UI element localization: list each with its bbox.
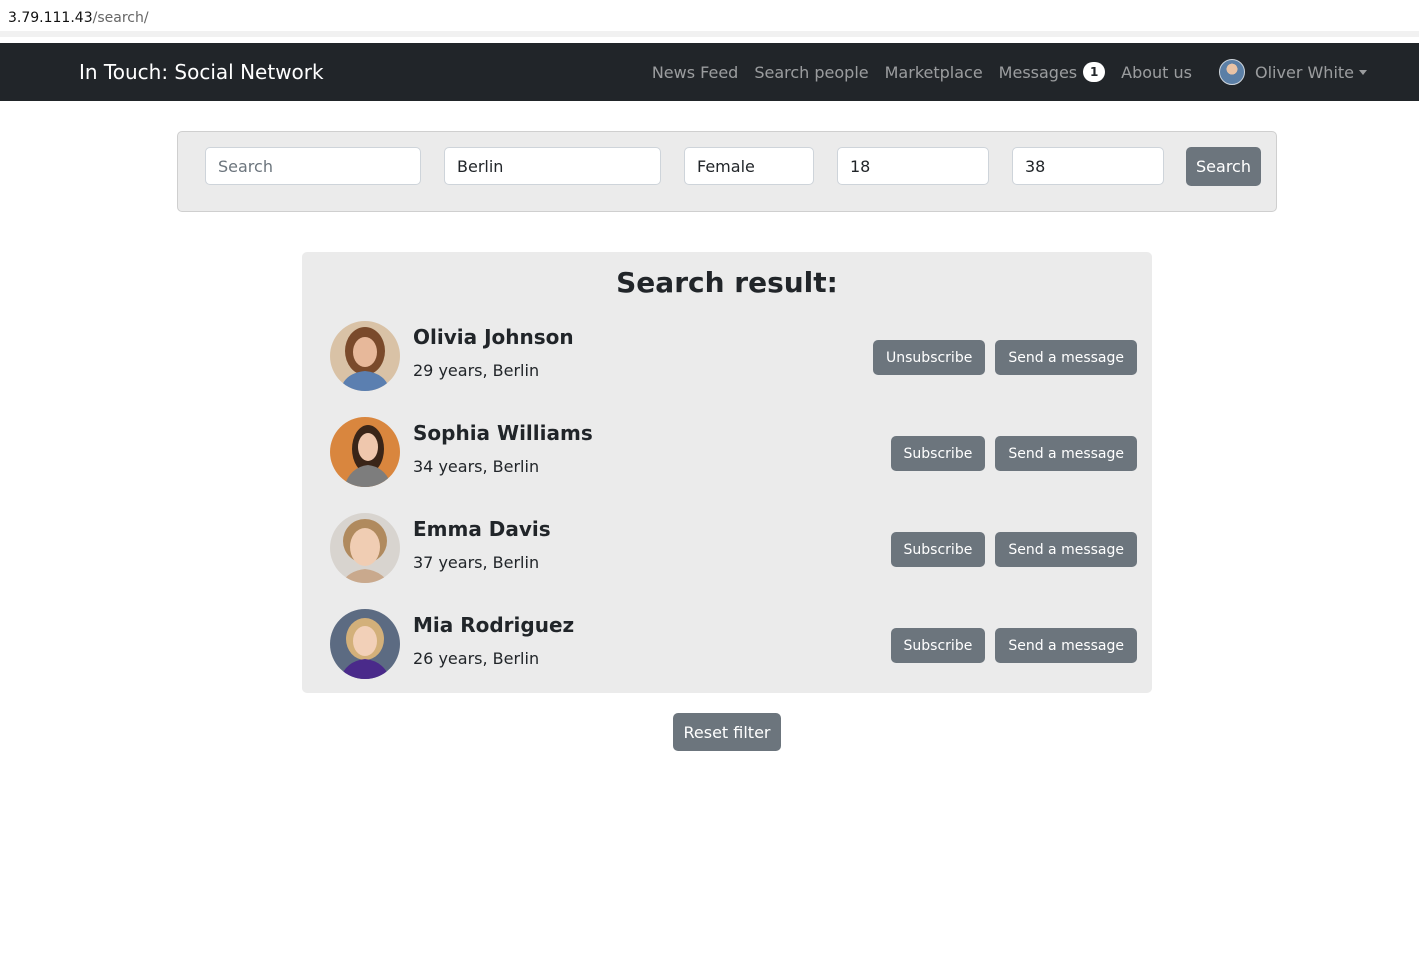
person-actions: Subscribe Send a message (881, 436, 1137, 471)
user-name: Oliver White (1255, 62, 1354, 82)
avatar[interactable] (330, 513, 400, 583)
city-field[interactable] (444, 147, 661, 185)
send-message-button[interactable]: Send a message (995, 628, 1137, 663)
brand-logo-link[interactable]: In Touch: Social Network (79, 59, 324, 85)
send-message-button[interactable]: Send a message (995, 436, 1137, 471)
person-info: 26 years, Berlin (413, 649, 540, 668)
search-results-panel: Search result: Olivia Johnson 29 years, … (302, 252, 1152, 693)
person-name[interactable]: Mia Rodriguez (413, 613, 574, 637)
url-path: /search/ (92, 10, 149, 26)
user-avatar (1219, 59, 1246, 85)
list-item: Emma Davis 37 years, Berlin Subscribe Se… (330, 513, 1137, 585)
person-info: 34 years, Berlin (413, 457, 540, 476)
person-name[interactable]: Emma Davis (413, 517, 551, 541)
nav-messages-label: Messages (998, 62, 1078, 82)
subscribe-button[interactable]: Subscribe (890, 532, 986, 567)
nav-links: News Feed Search people Marketplace Mess… (636, 43, 1367, 101)
top-navbar: In Touch: Social Network News Feed Searc… (0, 43, 1419, 101)
search-button[interactable]: Search (1186, 147, 1261, 186)
nav-news-feed[interactable]: News Feed (652, 63, 739, 82)
caret-down-icon (1359, 69, 1367, 75)
avatar[interactable] (330, 321, 400, 391)
age-from-field[interactable] (837, 147, 989, 185)
user-menu-dropdown[interactable]: Oliver White (1219, 59, 1367, 85)
messages-count-badge: 1 (1083, 62, 1106, 82)
person-actions: Subscribe Send a message (881, 532, 1137, 567)
list-item: Olivia Johnson 29 years, Berlin Unsubscr… (330, 321, 1137, 393)
gender-field[interactable] (684, 147, 814, 185)
subscribe-button[interactable]: Subscribe (890, 628, 986, 663)
age-to-field[interactable] (1012, 147, 1164, 185)
unsubscribe-button[interactable]: Unsubscribe (873, 340, 986, 375)
send-message-button[interactable]: Send a message (995, 340, 1137, 375)
send-message-button[interactable]: Send a message (995, 532, 1137, 567)
subscribe-button[interactable]: Subscribe (890, 436, 986, 471)
nav-search-people[interactable]: Search people (754, 63, 868, 82)
browser-url-bar[interactable]: 3.79.111.43/search/ (0, 0, 1419, 37)
nav-messages[interactable]: Messages 1 (998, 62, 1106, 82)
person-info: 29 years, Berlin (413, 361, 540, 380)
search-filter-panel: Search (177, 131, 1277, 212)
person-name[interactable]: Olivia Johnson (413, 325, 574, 349)
avatar[interactable] (330, 609, 400, 679)
list-item: Mia Rodriguez 26 years, Berlin Subscribe… (330, 609, 1137, 681)
list-item: Sophia Williams 34 years, Berlin Subscri… (330, 417, 1137, 489)
nav-marketplace[interactable]: Marketplace (885, 63, 983, 82)
person-name[interactable]: Sophia Williams (413, 421, 593, 445)
results-title: Search result: (616, 266, 838, 299)
url-host: 3.79.111.43 (8, 10, 93, 26)
person-actions: Unsubscribe Send a message (863, 340, 1137, 375)
nav-about-us[interactable]: About us (1121, 63, 1192, 82)
search-input[interactable] (205, 147, 421, 185)
reset-filter-button[interactable]: Reset filter (673, 713, 781, 751)
person-info: 37 years, Berlin (413, 553, 540, 572)
avatar[interactable] (330, 417, 400, 487)
person-actions: Subscribe Send a message (881, 628, 1137, 663)
